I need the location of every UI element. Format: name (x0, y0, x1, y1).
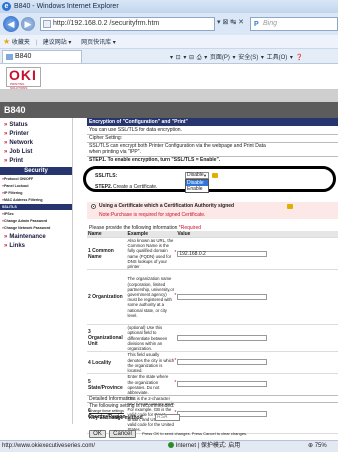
organization-input[interactable]: * (174, 293, 268, 300)
step1-text: STEP1. To enable encryption, turn "SSL/T… (89, 157, 221, 163)
intro-text: You can use SSL/TLS for data encryption. (89, 127, 182, 133)
bing-icon: P (254, 21, 259, 28)
status-url: http://www.okiexecutiveseries.com/ (2, 443, 96, 449)
state-input[interactable]: * (174, 381, 268, 388)
nav-links[interactable]: » Links (4, 243, 25, 249)
table-row: 1 Common Name Also known as URL, the Com… (87, 237, 338, 271)
tab-bar: B840 ▾ ⊡ ▾ ⊟ ⎙ ▾ 页面(P) ▾ 安全(S) ▾ 工具(O) ▾… (0, 49, 338, 64)
org-unit-input[interactable] (177, 334, 268, 341)
ssl-label: SSL/TLS: (95, 173, 118, 179)
address-toolbar: ◀ ▶ http://192.168.0.2 /securityfrm.htm … (0, 13, 338, 35)
fav-link-webslice[interactable]: 网页快讯库 ▾ (81, 40, 116, 46)
favorites-button[interactable]: 收藏夹 (12, 40, 30, 46)
zoom-control[interactable]: ⊕ 75% (308, 441, 327, 452)
address-bar[interactable]: http://192.168.0.2 /securityfrm.htm (40, 17, 215, 31)
security-zone[interactable]: Internet | 保护模式: 启用 (168, 441, 240, 452)
command-bar[interactable]: ▾ ⊡ ▾ ⊟ ⎙ ▾ 页面(P) ▾ 安全(S) ▾ 工具(O) ▾ ❓ (170, 52, 303, 62)
option-enable[interactable]: Enable (186, 186, 208, 192)
fav-link-suggested[interactable]: 建议网站 ▾ (43, 40, 72, 46)
section-title: Encryption of "Configuration" and "Print… (87, 118, 338, 126)
key-icon (212, 173, 218, 178)
nav-ip-filtering[interactable]: »IP Filtering (2, 191, 23, 195)
cancel-button[interactable]: Cancel (109, 430, 136, 438)
table-row: 5 State/Province Enter the state where t… (87, 373, 338, 397)
header-divider (0, 90, 338, 102)
nav-status[interactable]: » Status (4, 122, 28, 128)
nav-ssl-tls[interactable]: SSL/TLS (0, 204, 72, 210)
nav-ipsec[interactable]: »IPSec (2, 212, 14, 216)
window-titlebar: e B840 - Windows Internet Explorer (0, 0, 338, 13)
status-bar: http://www.okiexecutiveseries.com/ Inter… (0, 440, 338, 452)
sidebar: » Status » Printer » Network » Job List » Pri… (0, 118, 73, 424)
window-title: B840 - Windows Internet Explorer (14, 3, 119, 10)
main-content: Encryption of "Configuration" and "Print… (75, 118, 338, 434)
nav-printer[interactable]: » Printer (4, 131, 29, 137)
ca-signed-radio[interactable] (91, 204, 96, 209)
country-input[interactable]: * (174, 410, 268, 417)
key-exchange-select[interactable]: RSA (155, 414, 180, 421)
nav-security[interactable]: Security (0, 167, 72, 175)
footer-note: Press OK to send changes. Press Cancel t… (142, 431, 248, 436)
ie-logo-icon: e (2, 2, 11, 11)
nav-network-password[interactable]: »Change Network Password (2, 226, 50, 230)
tab-title: B840 (15, 53, 32, 60)
tab-b840[interactable]: B840 (2, 50, 82, 63)
globe-icon (168, 442, 174, 449)
table-row: 2 Organization The organization name (co… (87, 269, 338, 326)
search-placeholder: Bing (263, 20, 278, 27)
logo-tagline: PRINTING SOLUTIONS (10, 82, 28, 90)
key-exchange-label: Key Exchange method (89, 415, 143, 421)
model-title: B840 (0, 102, 338, 118)
page-icon (43, 20, 51, 28)
forward-button[interactable]: ▶ (21, 17, 35, 31)
oki-logo: OKI PRINTING SOLUTIONS (6, 67, 41, 90)
page-header: OKI PRINTING SOLUTIONS (0, 64, 338, 90)
ok-button[interactable]: OK (89, 430, 106, 438)
nav-print[interactable]: » Print (4, 158, 23, 164)
nav-protocol[interactable]: »Protocol ON/OFF (2, 177, 33, 181)
back-button[interactable]: ◀ (3, 16, 19, 32)
ssl-tls-select[interactable]: Disable ▼ (185, 172, 209, 179)
favorites-star-icon[interactable]: ★ (3, 37, 10, 46)
common-name-input[interactable]: * 192.168.0.2 (174, 250, 268, 257)
step2-label: STEP2. (95, 184, 113, 190)
key-icon (287, 204, 293, 209)
ca-signed-label: Using a Certificate which a Certificatio… (99, 203, 235, 209)
nav-admin-password[interactable]: »Change Admin Password (2, 219, 47, 223)
locality-input[interactable]: * (174, 359, 268, 366)
desc-line-2: when printing via "IPP". (89, 149, 141, 155)
logo-text: OKI (9, 67, 37, 83)
table-row: 4 Locality This field usually denotes th… (87, 351, 338, 375)
note-text: Note:Purchase is required for signed Cer… (99, 212, 206, 218)
cipher-label: Cipher Setting: (89, 135, 123, 141)
nav-job-list[interactable]: » Job List (4, 149, 32, 155)
ssl-tls-options[interactable]: Disable Enable (185, 179, 209, 193)
nav-maintenance[interactable]: » Maintenance (4, 234, 46, 240)
nav-panel-lockout[interactable]: »Panel Lockout (2, 184, 29, 188)
nav-mac-filtering[interactable]: »MAC Address Filtering (2, 198, 43, 202)
favorites-bar: ★ 收藏夹 | 建议网站 ▾ 网页快讯库 ▾ (0, 35, 338, 49)
address-text: http://192.168.0.2 /securityfrm.htm (53, 20, 160, 27)
change-settings-link[interactable]: Change these settings (89, 409, 124, 413)
search-input[interactable]: P Bing (250, 17, 338, 31)
table-row: 3 Organizational Unit (optional) Use thi… (87, 324, 338, 353)
tab-favicon-icon (6, 54, 13, 60)
nav-network[interactable]: » Network (4, 140, 33, 146)
address-controls[interactable]: ▾ ⊠ ↹ ✕ (217, 18, 244, 26)
step2-text: Create a Certificate. (113, 184, 158, 190)
dropdown-arrow-icon: ▼ (203, 173, 207, 178)
